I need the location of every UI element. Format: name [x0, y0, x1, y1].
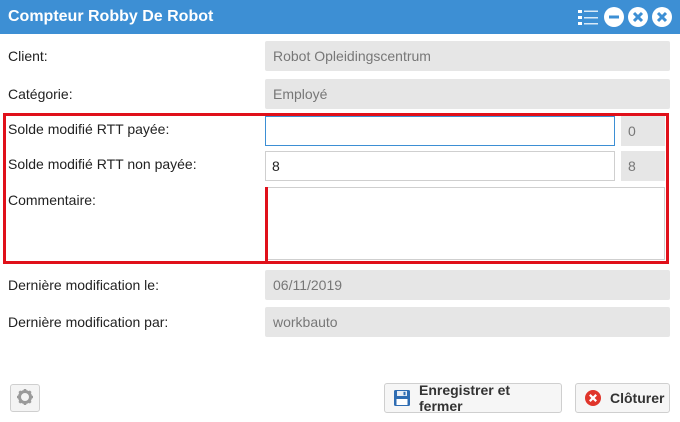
rtt-non-payee-label: Solde modifié RTT non payée: [8, 156, 197, 172]
client-label: Client: [8, 48, 48, 64]
cancel-circle-icon [584, 389, 602, 407]
floppy-disk-icon [393, 389, 411, 407]
derniere-modif-le-field: 06/11/2019 [265, 270, 670, 300]
gear-icon [16, 388, 34, 409]
derniere-modif-par-label: Dernière modification par: [8, 314, 169, 330]
restore-icon[interactable] [628, 7, 648, 27]
menu-icon[interactable] [578, 7, 600, 27]
rtt-non-payee-counter: 8 [621, 151, 665, 181]
window-titlebar: Compteur Robby De Robot [0, 0, 680, 34]
settings-button[interactable] [10, 384, 40, 412]
rtt-payee-input[interactable] [265, 116, 615, 146]
save-and-close-button[interactable]: Enregistrer et fermer [384, 382, 562, 414]
derniere-modif-par-field: workbauto [265, 307, 670, 337]
categorie-field: Employé [265, 79, 670, 109]
rtt-payee-counter: 0 [621, 116, 665, 146]
save-and-close-label: Enregistrer et fermer [419, 382, 511, 414]
titlebar-controls [578, 7, 672, 27]
rtt-payee-label: Solde modifié RTT payée: [8, 121, 170, 137]
close-icon[interactable] [652, 7, 672, 27]
cloturer-label: Clôturer [610, 390, 665, 406]
rtt-non-payee-input[interactable] [265, 151, 615, 181]
derniere-modif-le-label: Dernière modification le: [8, 277, 159, 293]
commentaire-textarea[interactable] [265, 187, 665, 260]
client-field: Robot Opleidingscentrum [265, 41, 670, 71]
categorie-label: Catégorie: [8, 86, 73, 102]
window-title: Compteur Robby De Robot [8, 8, 214, 25]
cloturer-button[interactable]: Clôturer [575, 383, 670, 413]
commentaire-label: Commentaire: [8, 192, 96, 208]
minimize-icon[interactable] [604, 7, 624, 27]
